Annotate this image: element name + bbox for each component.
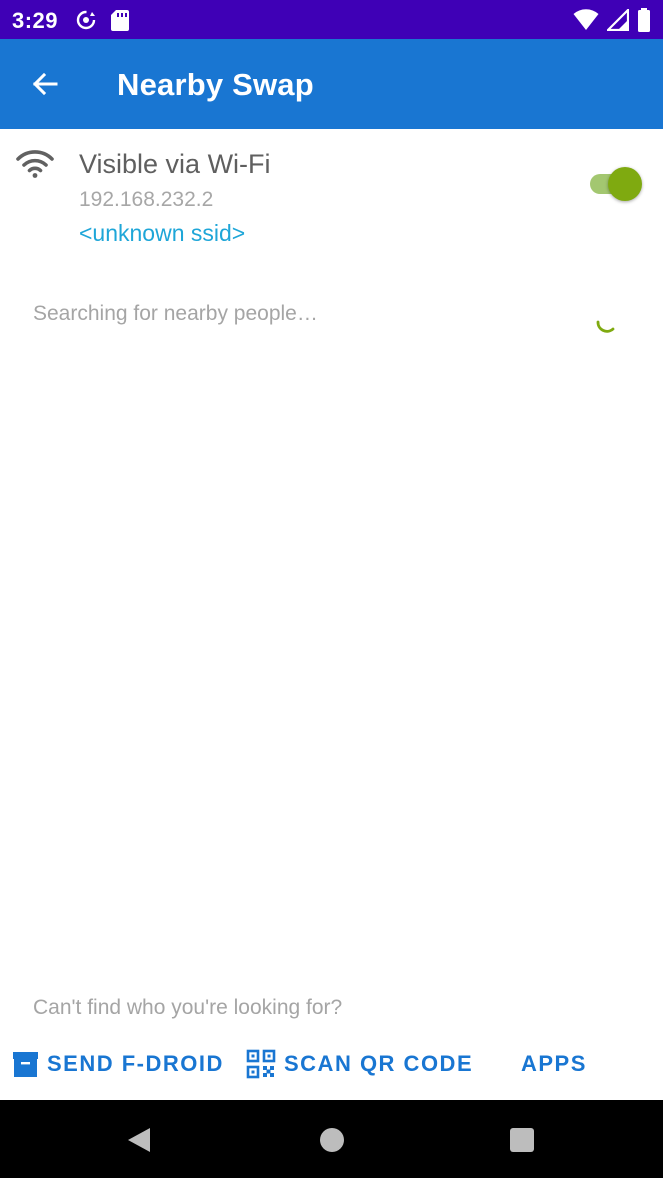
cant-find-hint: Can't find who you're looking for? [33,996,343,1019]
wifi-signal-icon [573,9,599,30]
send-fdroid-button[interactable]: SEND F-DROID [12,1040,224,1088]
page-title: Nearby Swap [117,67,314,102]
wifi-ssid: <unknown ssid> [79,220,246,246]
scan-qr-code-button[interactable]: SCAN QR CODE [246,1040,473,1088]
wifi-visibility-toggle[interactable] [590,167,642,201]
qr-code-icon [246,1049,276,1079]
status-bar: 3:29 [0,0,663,39]
nav-back-icon[interactable] [126,1126,152,1154]
wifi-ip-address: 192.168.232.2 [79,188,214,211]
send-fdroid-label: SEND F-DROID [47,1051,224,1076]
scan-qr-code-label: SCAN QR CODE [284,1051,474,1076]
navigation-bar [0,1100,663,1178]
sync-icon [76,10,96,30]
apps-label: APPS [521,1051,587,1076]
nav-home-icon[interactable] [320,1128,344,1152]
cell-signal-icon [607,9,629,31]
package-icon [13,1051,38,1077]
searching-status: Searching for nearby people… [33,302,318,325]
battery-icon [638,8,650,32]
bottom-actions: SEND F-DROID SCAN QR CODE APPS [0,1040,663,1088]
toggle-thumb [608,167,642,201]
apps-button[interactable]: APPS [521,1040,587,1088]
wifi-visibility-row[interactable]: Visible via Wi-Fi 192.168.232.2 <unknown… [0,129,663,259]
nav-recents-icon[interactable] [510,1128,534,1152]
loading-spinner-icon [596,320,615,333]
app-bar: Nearby Swap [0,39,663,129]
wifi-title: Visible via Wi-Fi [79,149,271,179]
arrow-back-icon[interactable] [28,67,62,101]
sd-card-icon [111,10,129,31]
wifi-icon [16,150,54,178]
status-time: 3:29 [12,8,59,33]
